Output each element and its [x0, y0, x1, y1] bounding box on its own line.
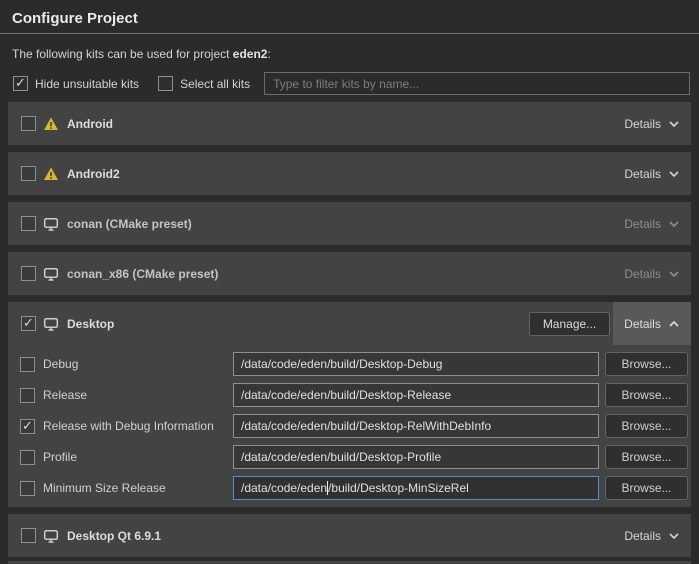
kit-name: Desktop Qt 6.9.1	[67, 529, 161, 543]
manage-button[interactable]: Manage...	[529, 312, 610, 336]
kit-checkbox[interactable]	[21, 316, 36, 331]
path-before-caret: /data/code/eden	[241, 481, 327, 495]
config-label: Release with Debug Information	[43, 419, 233, 433]
kit-row-desktop-qt[interactable]: Desktop Qt 6.9.1 Details	[8, 514, 691, 557]
details-button-expanded[interactable]: Details	[613, 302, 691, 345]
kit-row-conan[interactable]: conan (CMake preset) Details	[8, 202, 691, 245]
build-dir-input[interactable]: /data/code/eden/build/Desktop-RelWithDeb…	[233, 414, 599, 438]
kits-toolbar: Hide unsuitable kits Select all kits	[13, 72, 690, 95]
desktop-icon	[43, 528, 59, 544]
select-all-checkbox[interactable]	[158, 76, 173, 91]
kit-row-desktop: Desktop Manage... Details Debug /data/co…	[8, 302, 691, 507]
details-button[interactable]: Details	[624, 167, 680, 181]
chevron-down-icon	[668, 170, 680, 178]
config-row-debug: Debug /data/code/eden/build/Desktop-Debu…	[20, 352, 688, 376]
desktop-icon	[43, 216, 59, 232]
kit-row-conan-x86[interactable]: conan_x86 (CMake preset) Details	[8, 252, 691, 295]
config-row-minsizerel: Minimum Size Release /data/code/eden/bui…	[20, 476, 688, 500]
config-label: Profile	[43, 450, 233, 464]
details-button[interactable]: Details	[624, 529, 680, 543]
hide-unsuitable-checkbox[interactable]	[13, 76, 28, 91]
build-dir-input-focused[interactable]: /data/code/eden/build/Desktop-MinSizeRel	[233, 476, 599, 500]
chevron-down-icon	[668, 220, 680, 228]
details-label: Details	[624, 217, 661, 231]
dialog-header: Configure Project	[0, 0, 699, 34]
kit-checkbox[interactable]	[21, 216, 36, 231]
kit-header-desktop[interactable]: Desktop Manage... Details	[8, 302, 691, 345]
chevron-up-icon	[668, 320, 680, 328]
kit-name: conan_x86 (CMake preset)	[67, 267, 218, 281]
build-dir-input[interactable]: /data/code/eden/build/Desktop-Debug	[233, 352, 599, 376]
config-checkbox[interactable]	[20, 450, 35, 465]
browse-button[interactable]: Browse...	[605, 383, 688, 407]
kits-description: The following kits can be used for proje…	[12, 47, 687, 62]
desktop-icon	[43, 316, 59, 332]
kit-name: conan (CMake preset)	[67, 217, 192, 231]
details-button[interactable]: Details	[624, 267, 680, 281]
warning-icon	[43, 166, 59, 182]
kit-row-android[interactable]: Android Details	[8, 102, 691, 145]
config-row-relwithdebinfo: Release with Debug Information /data/cod…	[20, 414, 688, 438]
project-name: eden2	[233, 47, 268, 61]
kits-description-colon: :	[267, 47, 270, 61]
kit-list: Android Details Android2 Details conan (…	[8, 102, 691, 557]
select-all-label[interactable]: Select all kits	[180, 77, 250, 91]
build-config-list: Debug /data/code/eden/build/Desktop-Debu…	[8, 345, 691, 507]
config-row-profile: Profile /data/code/eden/build/Desktop-Pr…	[20, 445, 688, 469]
details-button[interactable]: Details	[624, 217, 680, 231]
config-label: Debug	[43, 357, 233, 371]
kit-filter-input[interactable]	[264, 72, 690, 95]
config-checkbox[interactable]	[20, 357, 35, 372]
config-label: Minimum Size Release	[43, 481, 233, 495]
config-checkbox[interactable]	[20, 419, 35, 434]
details-label: Details	[624, 167, 661, 181]
page-title: Configure Project	[12, 9, 687, 28]
kit-row-android2[interactable]: Android2 Details	[8, 152, 691, 195]
config-label: Release	[43, 388, 233, 402]
config-checkbox[interactable]	[20, 388, 35, 403]
details-label: Details	[624, 317, 661, 331]
kit-name: Desktop	[67, 317, 114, 331]
config-row-release: Release /data/code/eden/build/Desktop-Re…	[20, 383, 688, 407]
kits-description-text: The following kits can be used for proje…	[12, 47, 233, 61]
warning-icon	[43, 116, 59, 132]
details-label: Details	[624, 117, 661, 131]
browse-button[interactable]: Browse...	[605, 414, 688, 438]
browse-button[interactable]: Browse...	[605, 476, 688, 500]
chevron-down-icon	[668, 270, 680, 278]
details-label: Details	[624, 267, 661, 281]
config-checkbox[interactable]	[20, 481, 35, 496]
kit-checkbox[interactable]	[21, 528, 36, 543]
browse-button[interactable]: Browse...	[605, 445, 688, 469]
chevron-down-icon	[668, 120, 680, 128]
build-dir-input[interactable]: /data/code/eden/build/Desktop-Release	[233, 383, 599, 407]
details-button[interactable]: Details	[624, 117, 680, 131]
kit-checkbox[interactable]	[21, 116, 36, 131]
hide-unsuitable-label[interactable]: Hide unsuitable kits	[35, 77, 139, 91]
browse-button[interactable]: Browse...	[605, 352, 688, 376]
kit-name: Android	[67, 117, 113, 131]
kit-name: Android2	[67, 167, 120, 181]
kit-checkbox[interactable]	[21, 166, 36, 181]
build-dir-input[interactable]: /data/code/eden/build/Desktop-Profile	[233, 445, 599, 469]
desktop-icon	[43, 266, 59, 282]
details-label: Details	[624, 529, 661, 543]
chevron-down-icon	[668, 532, 680, 540]
path-after-caret: /build/Desktop-MinSizeRel	[328, 481, 469, 495]
kit-checkbox[interactable]	[21, 266, 36, 281]
